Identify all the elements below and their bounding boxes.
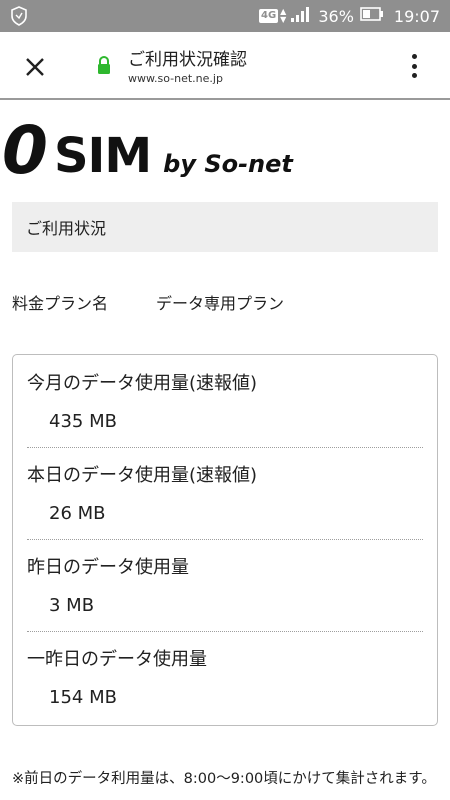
- overflow-menu-button[interactable]: [404, 52, 424, 80]
- usage-item-yesterday: 昨日のデータ使用量 3 MB: [27, 553, 423, 616]
- section-header: ご利用状況: [12, 202, 438, 252]
- usage-item-today: 本日のデータ使用量(速報値) 26 MB: [27, 461, 423, 524]
- usage-item-day-before-yesterday: 一昨日のデータ使用量 154 MB: [27, 645, 423, 708]
- status-bar: 4G ▲ ▼ 36% 19:07: [0, 0, 450, 32]
- plan-label: 料金プラン名: [12, 294, 109, 313]
- divider: [27, 447, 423, 448]
- menu-dot-icon: [411, 63, 417, 69]
- divider: [27, 539, 423, 540]
- shield-icon: [10, 6, 28, 30]
- browser-toolbar: ご利用状況確認 www.so-net.ne.jp: [0, 32, 450, 100]
- plan-value: データ専用プラン: [156, 294, 285, 313]
- battery-icon: [360, 6, 384, 26]
- page-title: ご利用状況確認: [128, 50, 247, 70]
- logo-sim: SIM: [53, 128, 152, 184]
- usage-value: 154 MB: [49, 687, 117, 708]
- network-type-badge: 4G: [259, 9, 279, 23]
- clock: 19:07: [393, 6, 440, 26]
- brand-logo: 0 SIM by So-net: [2, 112, 293, 189]
- menu-dot-icon: [411, 54, 417, 59]
- usage-value: 435 MB: [49, 411, 117, 432]
- usage-value: 26 MB: [49, 503, 106, 524]
- data-activity-icon: ▲ ▼: [280, 7, 287, 24]
- close-button[interactable]: [22, 54, 48, 80]
- signal-icon: [290, 5, 312, 27]
- lock-icon: [96, 55, 112, 79]
- footnote: ※前日のデータ利用量は、8:00〜9:00頃にかけて集計されます。: [12, 771, 436, 787]
- battery-percent: 36%: [318, 6, 354, 26]
- usage-label: 昨日のデータ使用量: [27, 557, 189, 578]
- usage-item-this-month: 今月のデータ使用量(速報値) 435 MB: [27, 369, 423, 432]
- usage-card: 今月のデータ使用量(速報値) 435 MB 本日のデータ使用量(速報値) 26 …: [12, 354, 438, 726]
- usage-value: 3 MB: [49, 595, 95, 616]
- url-display[interactable]: www.so-net.ne.jp: [128, 72, 223, 85]
- close-icon: [26, 58, 44, 76]
- logo-zero: 0: [2, 112, 48, 189]
- menu-dot-icon: [411, 73, 417, 78]
- logo-by-sonet: by So-net: [163, 150, 293, 178]
- usage-label: 一昨日のデータ使用量: [27, 649, 207, 670]
- usage-label: 本日のデータ使用量(速報値): [27, 465, 258, 486]
- divider: [27, 631, 423, 632]
- usage-label: 今月のデータ使用量(速報値): [27, 373, 258, 394]
